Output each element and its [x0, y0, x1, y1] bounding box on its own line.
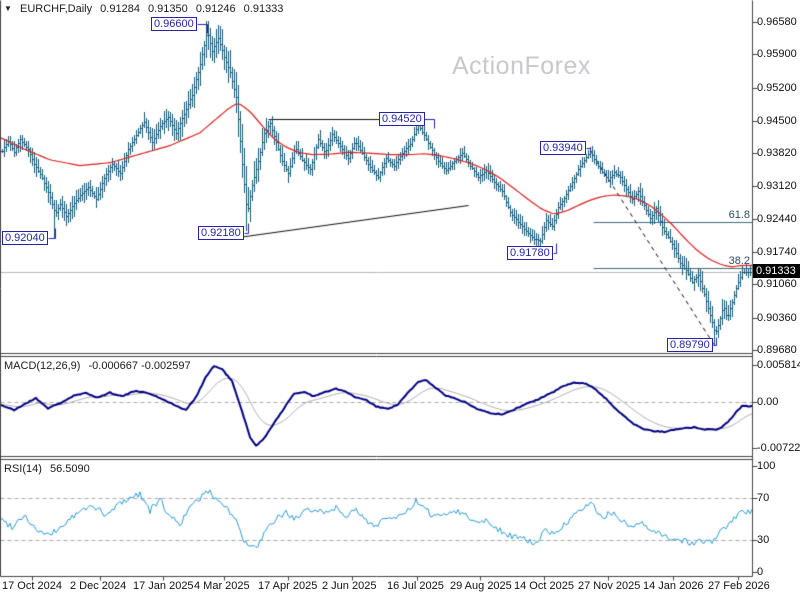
quote-high: 0.91350 [148, 3, 188, 15]
price-callout-label[interactable]: 0.93940 [540, 141, 586, 155]
price-callout-label[interactable]: 0.96600 [151, 17, 197, 31]
quote-close: 0.91333 [243, 3, 284, 15]
price-axis-label: 0.95900 [757, 48, 797, 61]
price-callout-label[interactable]: 0.89790 [667, 338, 713, 352]
date-axis-label: 29 Aug 2025 [450, 580, 512, 592]
date-axis-label: 17 Oct 2024 [2, 580, 62, 592]
macd-values: -0.000667 -0.002597 [88, 360, 191, 372]
symbol-timeframe: EURCHF,Daily [19, 3, 93, 15]
macd-axis-label: -0.007222 [757, 441, 800, 454]
rsi-value: 56.5090 [49, 463, 90, 475]
date-axis-label: 4 Mar 2025 [194, 580, 250, 592]
price-callout-label[interactable]: 0.92180 [198, 226, 244, 240]
price-callout-label[interactable]: 0.92040 [2, 231, 48, 245]
price-chart-canvas[interactable] [0, 0, 800, 600]
macd-panel-title: MACD(12,26,9) -0.000667 -0.002597 [4, 360, 196, 372]
price-axis-label: 0.94500 [757, 114, 797, 127]
date-axis-label: 17 Apr 2025 [258, 580, 318, 592]
date-axis-label: 16 Jul 2025 [387, 580, 444, 592]
fib-level-label: 61.8 [728, 209, 750, 222]
macd-title: MACD(12,26,9) [4, 360, 81, 372]
price-axis-label: 0.96580 [757, 16, 797, 28]
rsi-panel-title: RSI(14) 56.5090 [4, 463, 95, 475]
quote-low: 0.91246 [195, 3, 236, 15]
macd-axis-label: 0.00 [757, 396, 779, 408]
price-axis-label: 0.90360 [757, 311, 797, 324]
price-callout-label[interactable]: 0.91780 [507, 246, 553, 260]
price-axis-label: 0.95200 [757, 81, 797, 94]
actionforex-watermark: ActionForex [452, 52, 591, 80]
quote-open: 0.91284 [100, 3, 140, 15]
date-axis-label: 27 Nov 2025 [578, 580, 641, 592]
symbol-header: ▼ EURCHF,Daily 0.91284 0.91350 0.91246 0… [4, 3, 288, 15]
rsi-axis-label: 0 [757, 566, 764, 578]
date-axis-label: 14 Jan 2026 [643, 580, 704, 592]
fib-level-label: 38.2 [728, 254, 750, 267]
price-axis-label: 0.91740 [757, 246, 797, 259]
rsi-title: RSI(14) [4, 463, 42, 475]
date-axis-label: 2 Jun 2025 [322, 580, 377, 592]
date-axis-label: 27 Feb 2026 [708, 580, 770, 592]
macd-axis-label: 0.005814 [757, 359, 800, 372]
date-axis-label: 2 Dec 2024 [70, 580, 127, 592]
price-axis-label: 0.89680 [757, 344, 797, 356]
price-axis-label: 0.93120 [757, 180, 797, 193]
date-axis-label: 17 Jan 2025 [133, 580, 194, 592]
price-axis-label: 0.92440 [757, 212, 797, 225]
date-axis-label: 14 Oct 2025 [514, 580, 574, 592]
price-axis-label: 0.93820 [757, 147, 797, 160]
rsi-axis-label: 100 [757, 460, 776, 472]
rsi-axis-label: 70 [757, 491, 770, 504]
chart-window: ▼ EURCHF,Daily 0.91284 0.91350 0.91246 0… [0, 0, 800, 600]
rsi-axis-label: 30 [757, 534, 770, 547]
triangle-down-icon[interactable]: ▼ [4, 4, 12, 13]
current-price-badge: 0.91333 [753, 264, 800, 279]
price-callout-label[interactable]: 0.94520 [379, 112, 425, 126]
price-axis-label: 0.91060 [757, 278, 797, 291]
